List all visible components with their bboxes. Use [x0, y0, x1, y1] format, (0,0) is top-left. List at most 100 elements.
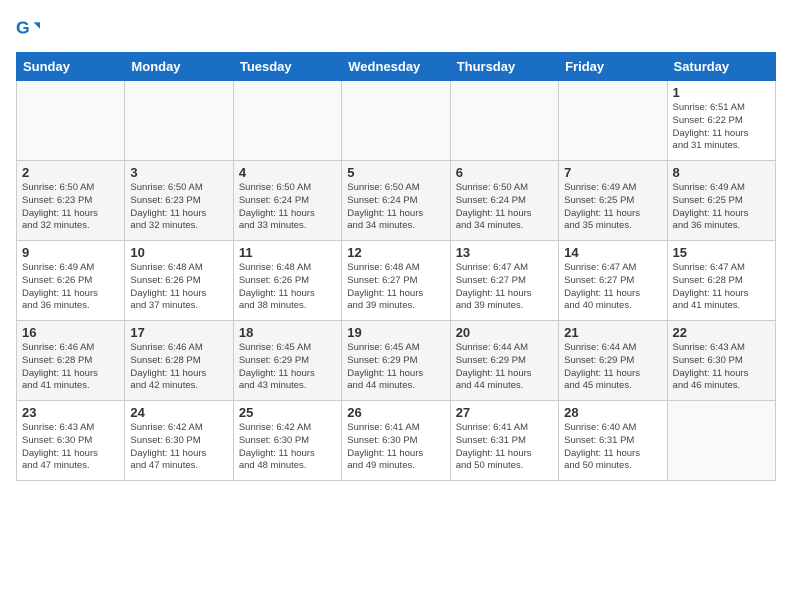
day-info: Sunrise: 6:41 AM Sunset: 6:31 PM Dayligh… — [456, 422, 553, 473]
day-number: 7 — [564, 165, 661, 180]
day-number: 4 — [239, 165, 336, 180]
weekday-header-saturday: Saturday — [667, 53, 775, 81]
calendar-cell: 11 Sunrise: 6:48 AM Sunset: 6:26 PM Dayli… — [233, 241, 341, 321]
calendar-cell — [559, 81, 667, 161]
calendar-cell: 6 Sunrise: 6:50 AM Sunset: 6:24 PM Daylig… — [450, 161, 558, 241]
calendar-cell: 16 Sunrise: 6:46 AM Sunset: 6:28 PM Dayli… — [17, 321, 125, 401]
day-number: 1 — [673, 85, 770, 100]
week-row-3: 9 Sunrise: 6:49 AM Sunset: 6:26 PM Daylig… — [17, 241, 776, 321]
day-number: 20 — [456, 325, 553, 340]
day-number: 5 — [347, 165, 444, 180]
day-info: Sunrise: 6:50 AM Sunset: 6:24 PM Dayligh… — [347, 182, 444, 233]
day-number: 23 — [22, 405, 119, 420]
day-number: 26 — [347, 405, 444, 420]
calendar-cell: 2 Sunrise: 6:50 AM Sunset: 6:23 PM Daylig… — [17, 161, 125, 241]
day-number: 16 — [22, 325, 119, 340]
day-info: Sunrise: 6:47 AM Sunset: 6:28 PM Dayligh… — [673, 262, 770, 313]
day-number: 19 — [347, 325, 444, 340]
svg-text:G: G — [16, 18, 30, 38]
weekday-header-thursday: Thursday — [450, 53, 558, 81]
day-info: Sunrise: 6:48 AM Sunset: 6:26 PM Dayligh… — [239, 262, 336, 313]
calendar-cell: 5 Sunrise: 6:50 AM Sunset: 6:24 PM Daylig… — [342, 161, 450, 241]
day-info: Sunrise: 6:50 AM Sunset: 6:23 PM Dayligh… — [22, 182, 119, 233]
day-number: 24 — [130, 405, 227, 420]
day-number: 10 — [130, 245, 227, 260]
calendar-cell: 18 Sunrise: 6:45 AM Sunset: 6:29 PM Dayli… — [233, 321, 341, 401]
day-info: Sunrise: 6:50 AM Sunset: 6:24 PM Dayligh… — [239, 182, 336, 233]
calendar-cell: 25Sunrise: 6:42 AM Sunset: 6:30 PM Dayli… — [233, 401, 341, 481]
weekday-header-tuesday: Tuesday — [233, 53, 341, 81]
calendar-cell: 4 Sunrise: 6:50 AM Sunset: 6:24 PM Daylig… — [233, 161, 341, 241]
day-number: 2 — [22, 165, 119, 180]
day-info: Sunrise: 6:47 AM Sunset: 6:27 PM Dayligh… — [456, 262, 553, 313]
day-info: Sunrise: 6:42 AM Sunset: 6:30 PM Dayligh… — [130, 422, 227, 473]
day-info: Sunrise: 6:43 AM Sunset: 6:30 PM Dayligh… — [673, 342, 770, 393]
calendar-cell: 23 Sunrise: 6:43 AM Sunset: 6:30 PM Dayli… — [17, 401, 125, 481]
logo: G — [16, 16, 44, 40]
calendar-body: 1 Sunrise: 6:51 AM Sunset: 6:22 PM Daylig… — [17, 81, 776, 481]
day-number: 11 — [239, 245, 336, 260]
day-number: 17 — [130, 325, 227, 340]
calendar-cell: 17Sunrise: 6:46 AM Sunset: 6:28 PM Dayli… — [125, 321, 233, 401]
calendar-cell: 10 Sunrise: 6:48 AM Sunset: 6:26 PM Dayli… — [125, 241, 233, 321]
day-info: Sunrise: 6:45 AM Sunset: 6:29 PM Dayligh… — [239, 342, 336, 393]
calendar-cell: 27 Sunrise: 6:41 AM Sunset: 6:31 PM Dayli… — [450, 401, 558, 481]
calendar-header: SundayMondayTuesdayWednesdayThursdayFrid… — [17, 53, 776, 81]
day-info: Sunrise: 6:44 AM Sunset: 6:29 PM Dayligh… — [564, 342, 661, 393]
calendar-cell: 3 Sunrise: 6:50 AM Sunset: 6:23 PM Daylig… — [125, 161, 233, 241]
weekday-header-wednesday: Wednesday — [342, 53, 450, 81]
calendar-cell: 1 Sunrise: 6:51 AM Sunset: 6:22 PM Daylig… — [667, 81, 775, 161]
day-number: 27 — [456, 405, 553, 420]
day-info: Sunrise: 6:49 AM Sunset: 6:26 PM Dayligh… — [22, 262, 119, 313]
weekday-header-monday: Monday — [125, 53, 233, 81]
day-number: 8 — [673, 165, 770, 180]
day-number: 14 — [564, 245, 661, 260]
calendar-cell: 14 Sunrise: 6:47 AM Sunset: 6:27 PM Dayli… — [559, 241, 667, 321]
day-info: Sunrise: 6:51 AM Sunset: 6:22 PM Dayligh… — [673, 102, 770, 153]
day-info: Sunrise: 6:40 AM Sunset: 6:31 PM Dayligh… — [564, 422, 661, 473]
week-row-1: 1 Sunrise: 6:51 AM Sunset: 6:22 PM Daylig… — [17, 81, 776, 161]
day-number: 9 — [22, 245, 119, 260]
day-info: Sunrise: 6:41 AM Sunset: 6:30 PM Dayligh… — [347, 422, 444, 473]
calendar-cell: 13 Sunrise: 6:47 AM Sunset: 6:27 PM Dayli… — [450, 241, 558, 321]
day-number: 13 — [456, 245, 553, 260]
calendar-cell: 12 Sunrise: 6:48 AM Sunset: 6:27 PM Dayli… — [342, 241, 450, 321]
calendar-cell: 19 Sunrise: 6:45 AM Sunset: 6:29 PM Dayli… — [342, 321, 450, 401]
weekday-header-sunday: Sunday — [17, 53, 125, 81]
calendar-cell: 26 Sunrise: 6:41 AM Sunset: 6:30 PM Dayli… — [342, 401, 450, 481]
day-number: 6 — [456, 165, 553, 180]
calendar-cell: 24 Sunrise: 6:42 AM Sunset: 6:30 PM Dayli… — [125, 401, 233, 481]
day-info: Sunrise: 6:45 AM Sunset: 6:29 PM Dayligh… — [347, 342, 444, 393]
day-info: Sunrise: 6:48 AM Sunset: 6:26 PM Dayligh… — [130, 262, 227, 313]
calendar-cell: 22 Sunrise: 6:43 AM Sunset: 6:30 PM Dayli… — [667, 321, 775, 401]
calendar-cell: 28 Sunrise: 6:40 AM Sunset: 6:31 PM Dayli… — [559, 401, 667, 481]
day-info: Sunrise: 6:48 AM Sunset: 6:27 PM Dayligh… — [347, 262, 444, 313]
day-info: Sunrise: 6:50 AM Sunset: 6:23 PM Dayligh… — [130, 182, 227, 233]
week-row-5: 23 Sunrise: 6:43 AM Sunset: 6:30 PM Dayli… — [17, 401, 776, 481]
weekday-row: SundayMondayTuesdayWednesdayThursdayFrid… — [17, 53, 776, 81]
day-number: 18 — [239, 325, 336, 340]
day-number: 12 — [347, 245, 444, 260]
calendar-cell — [233, 81, 341, 161]
calendar-cell — [450, 81, 558, 161]
day-number: 28 — [564, 405, 661, 420]
calendar-table: SundayMondayTuesdayWednesdayThursdayFrid… — [16, 52, 776, 481]
day-info: Sunrise: 6:49 AM Sunset: 6:25 PM Dayligh… — [673, 182, 770, 233]
day-info: Sunrise: 6:46 AM Sunset: 6:28 PM Dayligh… — [22, 342, 119, 393]
week-row-2: 2 Sunrise: 6:50 AM Sunset: 6:23 PM Daylig… — [17, 161, 776, 241]
day-number: 3 — [130, 165, 227, 180]
day-info: Sunrise: 6:47 AM Sunset: 6:27 PM Dayligh… — [564, 262, 661, 313]
calendar-cell — [342, 81, 450, 161]
day-info: Sunrise: 6:49 AM Sunset: 6:25 PM Dayligh… — [564, 182, 661, 233]
calendar-cell — [667, 401, 775, 481]
day-number: 15 — [673, 245, 770, 260]
day-number: 22 — [673, 325, 770, 340]
calendar-cell: 15 Sunrise: 6:47 AM Sunset: 6:28 PM Dayli… — [667, 241, 775, 321]
day-number: 21 — [564, 325, 661, 340]
calendar-cell: 9 Sunrise: 6:49 AM Sunset: 6:26 PM Daylig… — [17, 241, 125, 321]
day-info: Sunrise: 6:43 AM Sunset: 6:30 PM Dayligh… — [22, 422, 119, 473]
day-number: 25 — [239, 405, 336, 420]
day-info: Sunrise: 6:50 AM Sunset: 6:24 PM Dayligh… — [456, 182, 553, 233]
weekday-header-friday: Friday — [559, 53, 667, 81]
logo-icon: G — [16, 16, 40, 40]
